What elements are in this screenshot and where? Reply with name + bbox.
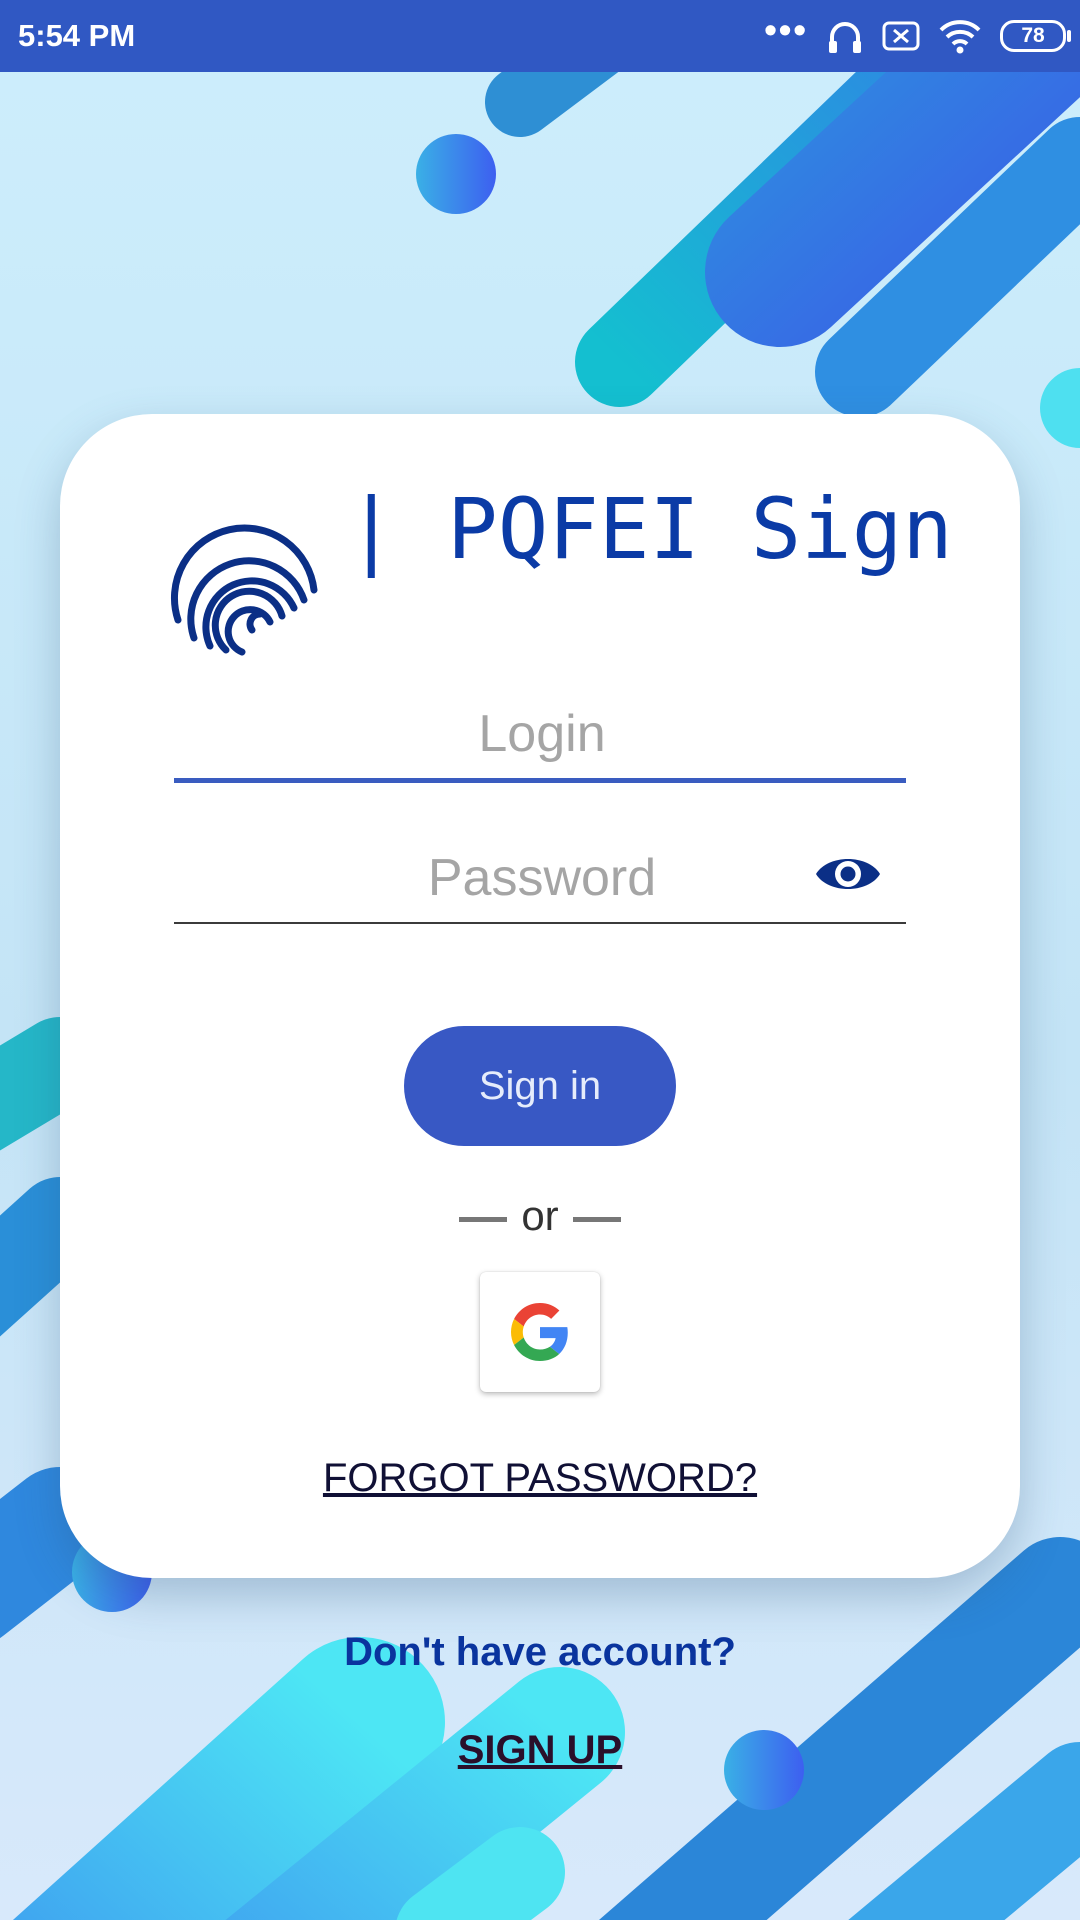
status-icons: ••• 78: [764, 9, 1071, 58]
fingerprint-icon: [170, 524, 318, 656]
login-input[interactable]: [174, 688, 910, 780]
notification-off-icon: [882, 21, 920, 51]
sign-in-button[interactable]: Sign in: [404, 1026, 676, 1146]
login-field: [174, 688, 910, 783]
divider-line-left: [459, 1216, 508, 1222]
password-field: [174, 832, 910, 924]
eye-icon[interactable]: [814, 848, 882, 900]
status-time: 5:54 PM: [18, 18, 136, 53]
google-g-icon: [511, 1303, 568, 1361]
forgot-password-link[interactable]: FORGOT PASSWORD?: [60, 1456, 1020, 1501]
no-account-text: Don't have account?: [344, 1630, 736, 1674]
password-input[interactable]: [174, 832, 910, 924]
or-label: or: [521, 1192, 559, 1239]
status-bar: 5:54 PM ••• 78: [0, 0, 1080, 72]
google-sign-in-button[interactable]: [480, 1272, 600, 1392]
app-title: | PQFEI Sign: [346, 480, 953, 578]
more-dots-icon: •••: [764, 9, 808, 50]
login-card: | PQFEI Sign Sign in or FORGOT PASSWORD?: [60, 414, 1020, 1578]
sign-up-link[interactable]: SIGN UP: [0, 1728, 1080, 1773]
battery-level: 78: [1021, 24, 1045, 47]
or-divider: or: [60, 1192, 1020, 1240]
battery-icon: 78: [1000, 20, 1071, 52]
divider-line-right: [572, 1216, 621, 1222]
wifi-icon: [939, 20, 981, 54]
headphones-icon: [829, 22, 861, 53]
